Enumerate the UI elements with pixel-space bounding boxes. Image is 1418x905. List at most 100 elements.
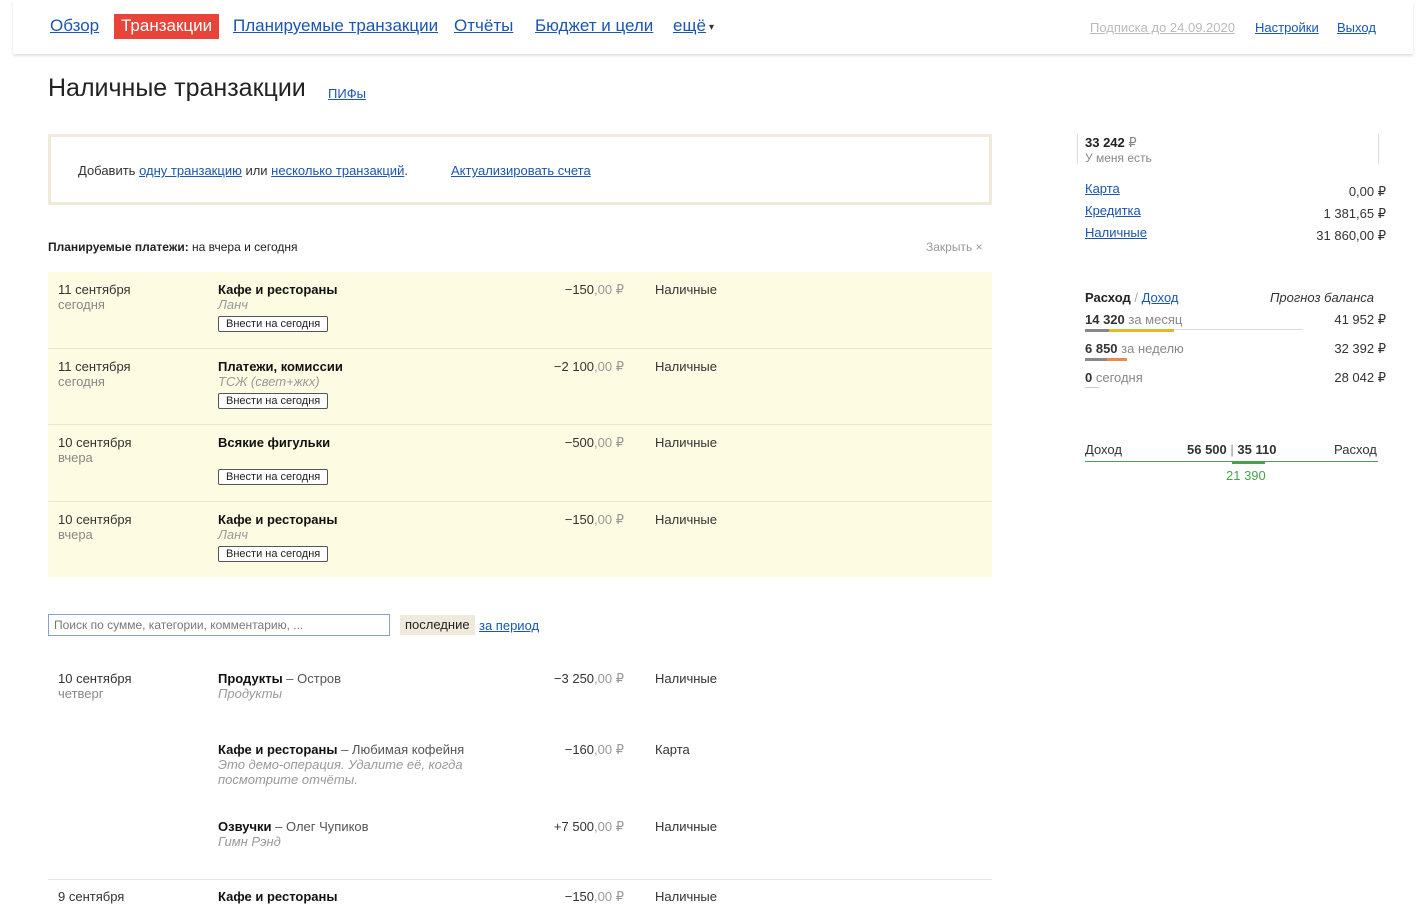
close-icon[interactable]: × bbox=[976, 240, 983, 254]
add-middle: или bbox=[241, 163, 272, 178]
forecast-today: 28 042 ₽ bbox=[1334, 370, 1386, 385]
planned-payments-list: 11 сентября сегодня Кафе и рестораны Ланч В… bbox=[48, 272, 992, 577]
row-account: Наличные bbox=[655, 889, 717, 904]
row-category: Кафе и рестораны – Любимая кофейня Это де… bbox=[218, 742, 465, 787]
page-title: Наличные транзакции bbox=[48, 74, 306, 102]
row-category: Всякие фигульки Внести на сегодня bbox=[218, 435, 331, 485]
row-amount: −150,00 ₽ bbox=[564, 282, 624, 297]
expense-today: 0 сегодня bbox=[1085, 370, 1143, 385]
difference-marker bbox=[1232, 461, 1265, 464]
transaction-row[interactable]: Кафе и рестораны – Любимая кофейня Это де… bbox=[48, 742, 992, 812]
expense-income-tabs: Расход / Доход bbox=[1085, 290, 1179, 305]
planned-row: 11 сентября сегодня Кафе и рестораны Ланч В… bbox=[48, 272, 992, 349]
enter-today-button[interactable]: Внести на сегодня bbox=[218, 469, 329, 485]
row-account: Наличные bbox=[655, 671, 717, 686]
update-accounts-link[interactable]: Актуализировать счета bbox=[451, 163, 591, 178]
nav-budget-goals[interactable]: Бюджет и цели bbox=[535, 16, 653, 36]
nav-transactions[interactable]: Транзакции bbox=[114, 14, 220, 39]
add-prefix: Добавить bbox=[78, 163, 140, 178]
filter-recent[interactable]: последние bbox=[400, 615, 475, 635]
planned-heading: Планируемые платежи: на вчера и сегодня bbox=[48, 240, 297, 254]
row-category: Кафе и рестораны Ланч Внести на сегодня bbox=[218, 512, 338, 562]
row-amount: −150,00 ₽ bbox=[564, 512, 624, 527]
balance-total: 33 242 ₽ bbox=[1085, 135, 1137, 150]
chevron-down-icon[interactable]: ▾ bbox=[709, 22, 714, 33]
row-amount: −150,00 ₽ bbox=[564, 889, 624, 904]
close-planned-link[interactable]: Закрыть × bbox=[926, 240, 983, 254]
enter-today-button[interactable]: Внести на сегодня bbox=[218, 546, 329, 562]
nav-planned-transactions[interactable]: Планируемые транзакции bbox=[233, 16, 438, 36]
planned-row: 10 сентября вчера Всякие фигульки Внести н… bbox=[48, 425, 992, 502]
week-bar-past bbox=[1085, 358, 1107, 361]
expense-week: 6 850 за неделю bbox=[1085, 341, 1184, 356]
logout-link[interactable]: Выход bbox=[1337, 20, 1376, 35]
pif-link[interactable]: ПИФы bbox=[328, 86, 366, 101]
row-date: 10 сентября вчера bbox=[58, 435, 132, 465]
row-amount: −160,00 ₽ bbox=[564, 742, 624, 757]
expense-label: Расход bbox=[1334, 442, 1377, 457]
row-date: 10 сентября четверг bbox=[58, 671, 132, 701]
transaction-row[interactable]: 10 сентября четверг Продукты – Остров Прод… bbox=[48, 671, 992, 741]
row-date: 11 сентября сегодня bbox=[58, 359, 131, 389]
forecast-month: 41 952 ₽ bbox=[1334, 312, 1386, 327]
nav-overview[interactable]: Обзор bbox=[50, 16, 99, 36]
account-credit-value: 1 381,65 ₽ bbox=[1323, 206, 1387, 221]
add-transaction-text: Добавить одну транзакцию или несколько т… bbox=[78, 163, 408, 178]
row-account: Наличные bbox=[655, 282, 717, 297]
row-category: Продукты – Остров Продукты bbox=[218, 671, 342, 701]
planned-heading-bold: Планируемые платежи: bbox=[48, 240, 189, 254]
difference-value: 21 390 bbox=[1226, 468, 1266, 483]
planned-row: 10 сентября вчера Кафе и рестораны Ланч Вне… bbox=[48, 502, 992, 577]
row-category: Кафе и рестораны bbox=[218, 889, 338, 904]
planned-row: 11 сентября сегодня Платежи, комиссии ТСЖ … bbox=[48, 349, 992, 425]
tab-expense[interactable]: Расход bbox=[1085, 290, 1131, 305]
row-account: Наличные bbox=[655, 512, 717, 527]
account-card-value: 0,00 ₽ bbox=[1348, 184, 1386, 199]
row-account: Карта bbox=[655, 742, 690, 757]
row-category: Озвучки – Олег Чупиков Гимн Рэнд bbox=[218, 819, 369, 849]
row-category: Платежи, комиссии ТСЖ (свет+жкх) Внести на… bbox=[218, 359, 343, 409]
enter-today-button[interactable]: Внести на сегодня bbox=[218, 393, 329, 409]
add-suffix: . bbox=[404, 163, 408, 178]
expense-month: 14 320 за месяц bbox=[1085, 312, 1183, 327]
income-label: Доход bbox=[1085, 442, 1122, 457]
forecast-week: 32 392 ₽ bbox=[1334, 341, 1386, 356]
row-date: 10 сентября вчера bbox=[58, 512, 132, 542]
tab-income[interactable]: Доход bbox=[1142, 290, 1179, 305]
row-amount: −3 250,00 ₽ bbox=[553, 671, 624, 686]
transaction-row[interactable]: Озвучки – Олег Чупиков Гимн Рэнд +7 500,0… bbox=[48, 819, 992, 880]
row-account: Наличные bbox=[655, 435, 717, 450]
filter-period-link[interactable]: за период bbox=[479, 618, 539, 633]
month-bar-fill bbox=[1109, 329, 1174, 332]
subscription-link[interactable]: Подписка до 24.09.2020 bbox=[1090, 20, 1235, 35]
planned-heading-rest: на вчера и сегодня bbox=[188, 240, 298, 254]
transaction-row[interactable]: 9 сентября Кафе и рестораны −150,00 ₽ На… bbox=[48, 889, 992, 904]
row-amount: +7 500,00 ₽ bbox=[553, 819, 624, 834]
nav-reports[interactable]: Отчёты bbox=[454, 16, 513, 36]
enter-today-button[interactable]: Внести на сегодня bbox=[218, 316, 329, 332]
row-category: Кафе и рестораны Ланч Внести на сегодня bbox=[218, 282, 338, 332]
account-credit-link[interactable]: Кредитка bbox=[1085, 203, 1141, 218]
add-several-link[interactable]: несколько транзакций bbox=[271, 163, 404, 178]
nav-more[interactable]: ещё bbox=[673, 16, 706, 36]
account-cash-value: 31 860,00 ₽ bbox=[1316, 228, 1386, 243]
add-one-link[interactable]: одну транзакцию bbox=[139, 163, 242, 178]
forecast-label: Прогноз баланса bbox=[1269, 290, 1374, 305]
row-amount: −2 100,00 ₽ bbox=[553, 359, 624, 374]
row-date: 11 сентября сегодня bbox=[58, 282, 131, 312]
add-transaction-box: Добавить одну транзакцию или несколько т… bbox=[48, 134, 992, 205]
today-bar bbox=[1085, 387, 1099, 388]
account-card-link[interactable]: Карта bbox=[1085, 181, 1120, 196]
search-input[interactable]: Поиск по сумме, категории, комментарию, … bbox=[48, 614, 390, 636]
balance-label: У меня есть bbox=[1085, 151, 1152, 165]
row-account: Наличные bbox=[655, 359, 717, 374]
close-label[interactable]: Закрыть bbox=[926, 240, 972, 254]
month-bar-past bbox=[1085, 329, 1109, 332]
settings-link[interactable]: Настройки bbox=[1255, 20, 1319, 35]
row-amount: −500,00 ₽ bbox=[564, 435, 624, 450]
week-bar-fill bbox=[1107, 358, 1127, 361]
row-date: 9 сентября bbox=[58, 889, 125, 904]
account-cash-link[interactable]: Наличные bbox=[1085, 225, 1147, 240]
income-expense-values: 56 500 | 35 110 bbox=[1187, 442, 1277, 457]
row-account: Наличные bbox=[655, 819, 717, 834]
